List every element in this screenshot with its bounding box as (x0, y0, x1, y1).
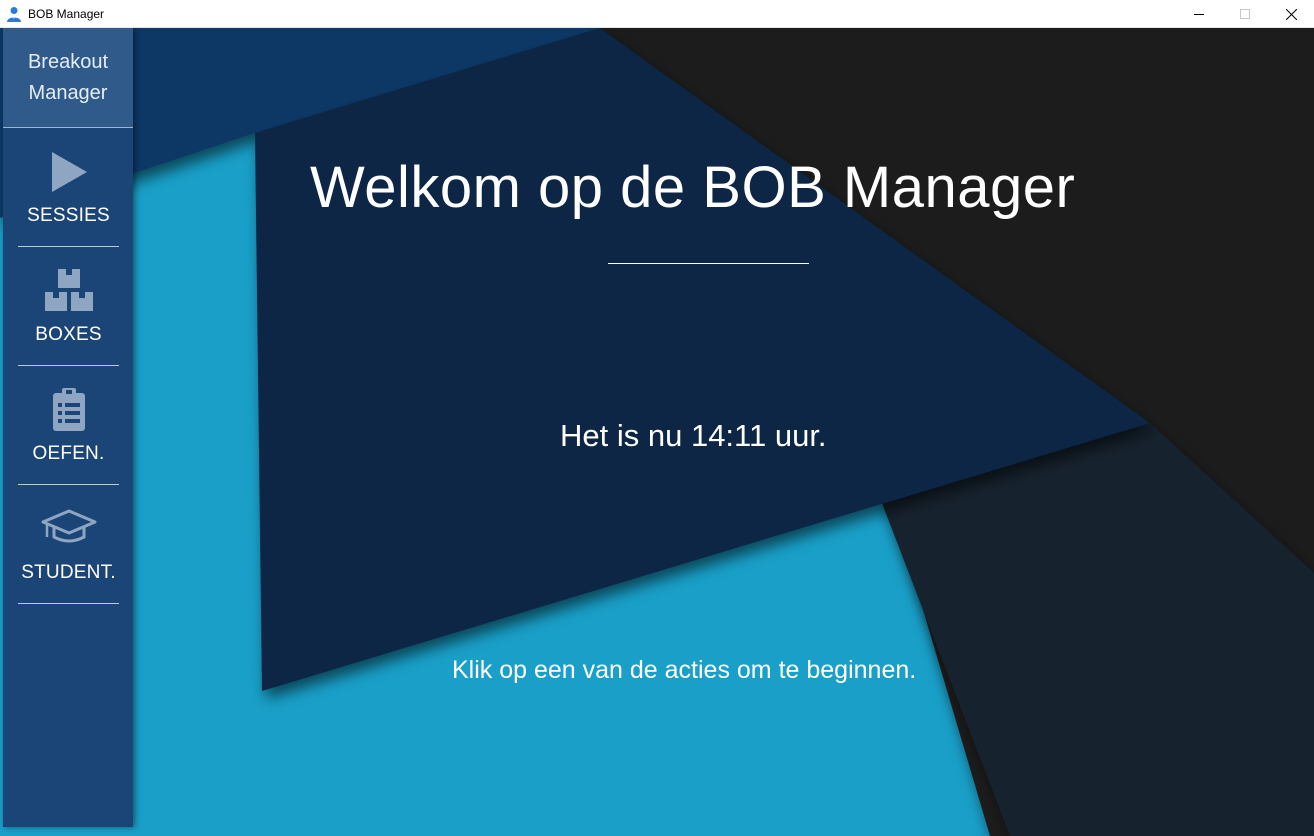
sidebar: Breakout Manager SESSIES BOXES OEFEN. ST… (3, 28, 133, 827)
client-area: Breakout Manager SESSIES BOXES OEFEN. ST… (0, 28, 1314, 836)
window-title: BOB Manager (28, 7, 105, 21)
nav-item-oefen[interactable]: OEFEN. (18, 366, 119, 485)
instruction-text: Klik op een van de acties om te beginnen… (452, 656, 917, 684)
maximize-icon (1240, 9, 1250, 19)
minimize-button[interactable] (1176, 0, 1222, 28)
graduation-cap-icon (41, 509, 96, 543)
nav-item-student[interactable]: STUDENT. (18, 485, 119, 604)
nav-label-student: STUDENT. (21, 562, 116, 583)
welcome-heading: Welkom op de BOB Manager (310, 155, 1076, 220)
brand-line-2: Manager (28, 81, 108, 104)
nav-label-boxes: BOXES (35, 324, 102, 345)
maximize-button[interactable] (1222, 0, 1268, 28)
app-icon (7, 7, 21, 22)
nav-item-boxes[interactable]: BOXES (18, 247, 119, 366)
play-icon (51, 152, 87, 192)
clipboard-icon (52, 388, 85, 431)
title-bar: BOB Manager (0, 0, 1314, 28)
nav-label-sessies: SESSIES (27, 205, 110, 226)
nav-label-oefen: OEFEN. (32, 443, 105, 464)
brand-line-1: Breakout (27, 50, 109, 73)
boxes-icon (44, 269, 93, 311)
minimize-icon (1194, 14, 1204, 15)
close-button[interactable] (1268, 0, 1314, 28)
nav-item-sessies[interactable]: SESSIES (18, 128, 119, 247)
heading-divider (608, 263, 809, 264)
current-time-text: Het is nu 14:11 uur. (560, 418, 827, 453)
close-icon (1285, 8, 1297, 20)
brand-header: Breakout Manager (3, 28, 133, 128)
